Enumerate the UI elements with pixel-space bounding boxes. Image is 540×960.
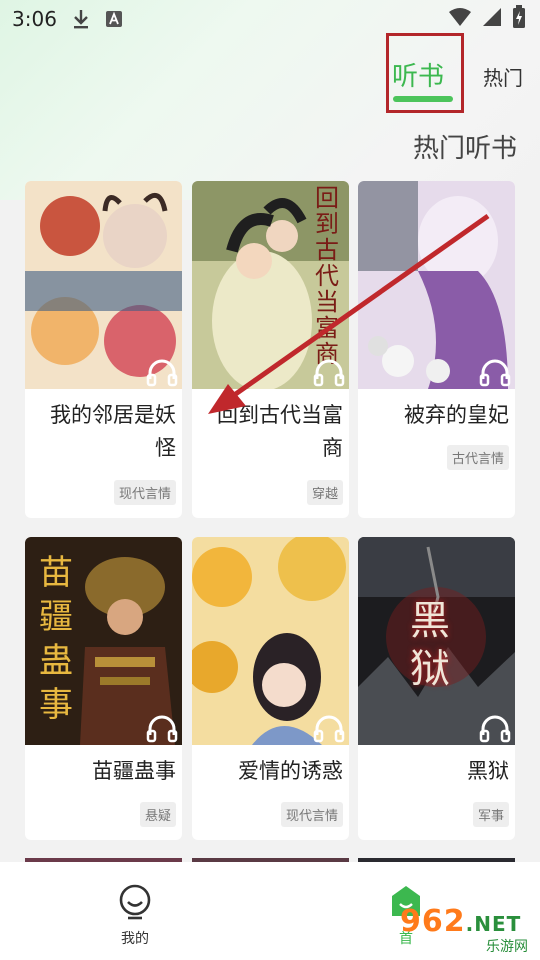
nav-mine-label: 我的 [121,931,149,947]
watermark-site: 乐游网 [486,939,528,955]
watermark-suffix: .NET [465,912,522,936]
nav-mine[interactable]: 我的 [105,884,165,948]
profile-icon [119,884,151,920]
annotation-arrow [208,213,490,414]
watermark-brand: 962 [400,904,466,939]
watermark-logo: 962.NET 乐游网 [400,904,530,955]
bottom-nav: 我的 首 962.NET 乐游网 [0,862,540,960]
